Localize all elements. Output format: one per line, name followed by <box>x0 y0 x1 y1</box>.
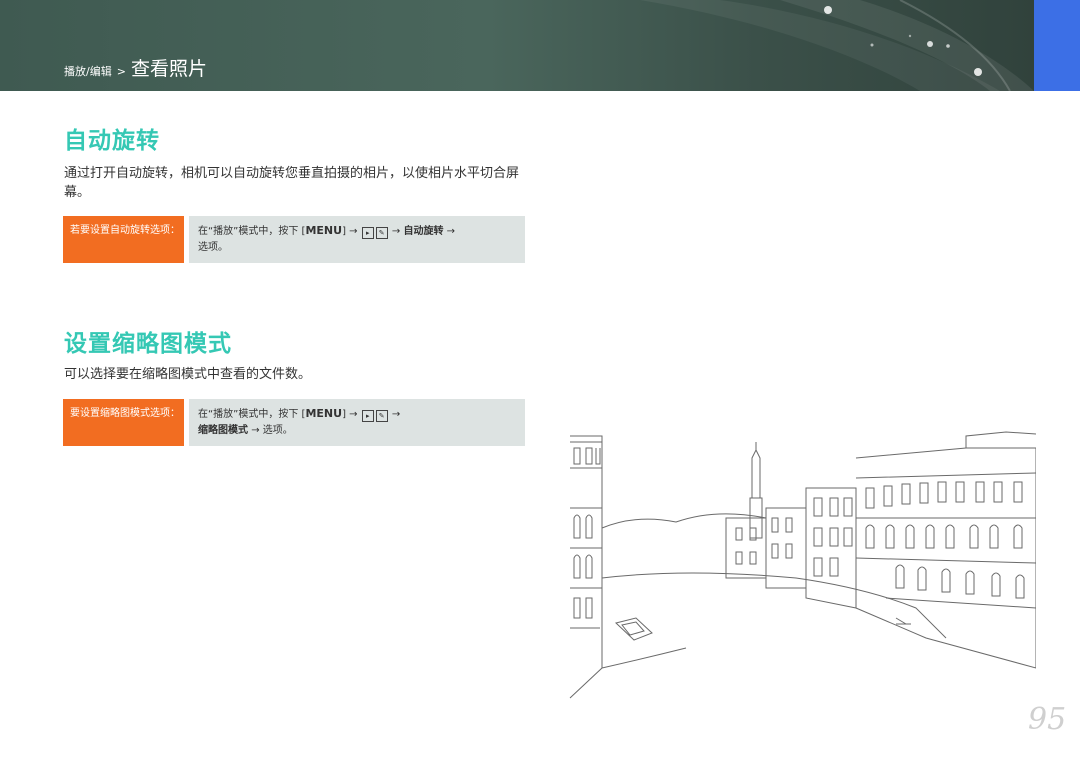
breadcrumb: 播放/编辑 > 查看照片 <box>64 54 207 81</box>
chapter-tab <box>1034 0 1080 91</box>
play-mode-icon: ▸ <box>361 227 374 239</box>
breadcrumb-separator: > <box>116 65 126 78</box>
menu-item-name: 缩略图模式 <box>198 425 248 436</box>
page-header: 播放/编辑 > 查看照片 <box>0 0 1080 91</box>
arrow: → <box>446 226 456 237</box>
tip-text: 选项。 <box>198 242 228 253</box>
section-heading-auto-rotate: 自动旋转 <box>64 128 160 154</box>
page-title: 查看照片 <box>130 58 207 80</box>
edit-icon: ✎ <box>375 227 388 239</box>
menu-item-name: 自动旋转 <box>403 226 444 237</box>
arrow: → <box>251 425 260 436</box>
tip-instructions: 在“播放”模式中，按下 [MENU] → ▸ ✎ → 缩略图模式 → 选项。 <box>189 399 525 446</box>
tip-label: 要设置缩略图模式选项： <box>63 399 184 446</box>
section-paragraph-thumbnail-mode: 可以选择要在缩略图模式中查看的文件数。 <box>64 367 312 382</box>
tip-instructions: 在“播放”模式中，按下 [MENU] → ▸ ✎ → 自动旋转 → 选项。 <box>189 216 525 263</box>
breadcrumb-section: 播放/编辑 <box>64 65 112 78</box>
section-heading-thumbnail-mode: 设置缩略图模式 <box>64 331 232 357</box>
tip-box-thumbnail-mode: 要设置缩略图模式选项： 在“播放”模式中，按下 [MENU] → ▸ ✎ → 缩略… <box>63 399 525 446</box>
tip-text: ] → <box>342 226 358 237</box>
play-mode-icon: ▸ <box>361 410 374 422</box>
tip-text: 在“播放”模式中，按下 [ <box>198 409 306 420</box>
arrow: → <box>391 409 401 420</box>
section-paragraph-auto-rotate: 通过打开自动旋转，相机可以自动旋转您垂直拍摄的相片，以使相片水平切合屏幕。 <box>64 166 520 200</box>
menu-key: MENU <box>305 407 343 420</box>
tip-box-auto-rotate: 若要设置自动旋转选项： 在“播放”模式中，按下 [MENU] → ▸ ✎ → 自动… <box>63 216 525 263</box>
edit-icon: ✎ <box>375 410 388 422</box>
arrow: → <box>391 226 401 237</box>
page-number: 95 <box>1028 702 1067 737</box>
tip-text: 选项。 <box>262 425 293 436</box>
menu-key: MENU <box>305 224 343 237</box>
city-canal-illustration <box>569 431 1036 699</box>
tip-label: 若要设置自动旋转选项： <box>63 216 184 263</box>
tip-text: ] → <box>342 409 358 420</box>
tip-text: 在“播放”模式中，按下 [ <box>198 226 306 237</box>
